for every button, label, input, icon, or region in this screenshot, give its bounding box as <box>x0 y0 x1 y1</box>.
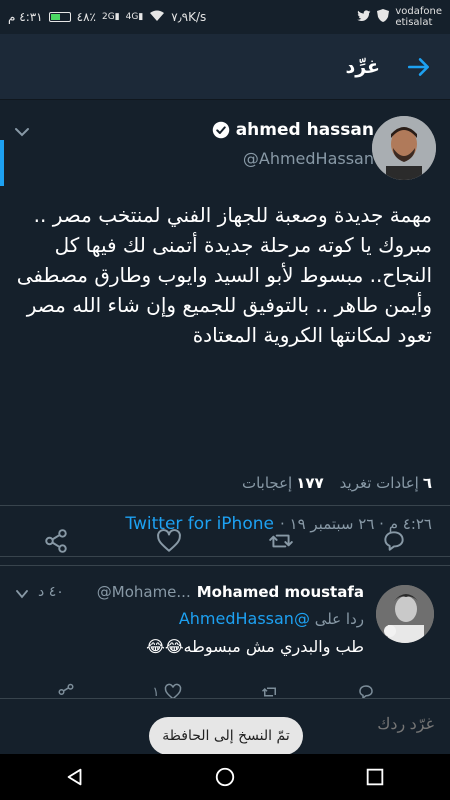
system-nav-bar <box>0 754 450 800</box>
nav-home-icon[interactable] <box>214 766 236 788</box>
author-name: ahmed hassan <box>235 120 374 140</box>
status-left: ٤:٣١ م ٤٨٪ 2G▮ 4G▮ ٧٫٩K/s <box>8 10 206 25</box>
status-bar: ٤:٣١ م ٤٨٪ 2G▮ 4G▮ ٧٫٩K/s vodafone etisa… <box>0 0 450 34</box>
twitter-notification-icon <box>357 9 371 25</box>
reply-header: @Mohame... Mohamed moustafa <box>97 583 364 601</box>
battery-percent: ٤٨٪ <box>76 10 96 24</box>
copied-toast: تمّ النسخ إلى الحافظة <box>149 717 303 755</box>
app-header: غرِّد <box>0 34 450 100</box>
shield-icon <box>377 9 390 25</box>
author-avatar[interactable] <box>372 116 436 180</box>
stats-divider <box>0 505 450 506</box>
tweet-actions <box>0 516 450 566</box>
back-arrow-icon[interactable] <box>406 54 432 80</box>
clock: ٤:٣١ م <box>8 10 43 24</box>
nav-recents-icon[interactable] <box>364 766 386 788</box>
retweets-label: إعادات تغريد <box>339 474 419 492</box>
likes-stat[interactable]: ١٧٧إعجابات <box>242 474 324 492</box>
reply-chevron-down-icon[interactable] <box>16 589 28 599</box>
chevron-down-icon[interactable] <box>14 126 30 138</box>
likes-label: إعجابات <box>241 474 293 492</box>
retweets-count: ٦ <box>422 474 432 492</box>
avatar-image <box>372 116 436 180</box>
share-icon[interactable] <box>43 528 69 554</box>
replying-to-label: ردا على <box>314 610 364 628</box>
author-block[interactable]: ahmed hassan @AhmedHassan <box>212 120 374 168</box>
reply-handle: @Mohame... <box>96 583 191 601</box>
likes-count: ١٧٧ <box>296 474 324 492</box>
header-title: غرِّد <box>345 55 380 78</box>
reply-icon[interactable] <box>381 528 407 554</box>
stats-row: ٦إعادات تغريد ١٧٧إعجابات <box>242 474 432 492</box>
reply-text: طب والبدري مش مبسوطه😂😂 <box>146 637 364 656</box>
carrier-line-1: vodafone <box>395 6 442 17</box>
battery-icon <box>48 12 71 22</box>
reply-time: ٤٠ د <box>38 584 64 600</box>
nav-back-icon[interactable] <box>64 766 86 788</box>
signal-2g-icon: 2G▮ <box>101 12 120 22</box>
signal-4g-icon: 4G▮ <box>125 12 144 22</box>
reply-author-name: Mohamed moustafa <box>196 583 364 601</box>
reply-tweet[interactable]: @Mohame... Mohamed moustafa ٤٠ د ردا على… <box>0 567 450 700</box>
like-heart-icon[interactable] <box>156 528 182 554</box>
author-name-row: ahmed hassan <box>212 120 374 140</box>
retweets-stat[interactable]: ٦إعادات تغريد <box>340 474 432 492</box>
signal-4g-label: 4G <box>125 12 139 22</box>
wifi-icon <box>149 10 165 25</box>
thread-indicator <box>0 140 4 186</box>
replying-to-handle[interactable]: @AhmedHassan <box>179 609 310 628</box>
replying-to: ردا على @AhmedHassan <box>179 609 364 628</box>
author-handle: @AhmedHassan <box>242 149 374 168</box>
network-speed: ٧٫٩K/s <box>171 10 207 24</box>
tweet-text: مهمة جديدة وصعبة للجهاز الفني لمنتخب مصر… <box>16 203 432 347</box>
carrier-label: vodafone etisalat <box>395 6 442 28</box>
status-right: vodafone etisalat <box>357 6 442 28</box>
reply-avatar-image <box>376 585 434 643</box>
reply-avatar[interactable] <box>376 585 434 643</box>
retweet-icon[interactable] <box>268 528 294 554</box>
carrier-line-2: etisalat <box>395 17 433 28</box>
verified-badge-icon <box>212 121 229 139</box>
signal-2g-label: 2G <box>101 12 115 22</box>
battery-fill <box>50 14 60 20</box>
